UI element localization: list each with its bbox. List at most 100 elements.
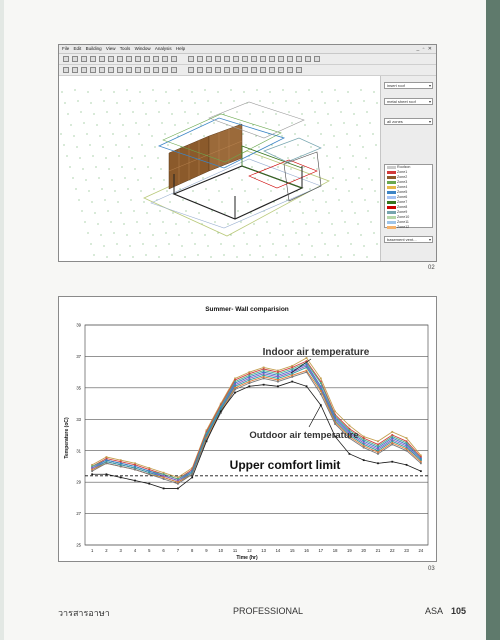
toolbar-button[interactable] — [206, 67, 212, 73]
series-point — [248, 374, 251, 377]
series-point — [391, 443, 394, 446]
toolbar-button[interactable] — [314, 56, 320, 62]
series-point — [134, 479, 136, 482]
series-point — [248, 382, 251, 385]
toolbar-button[interactable] — [215, 67, 221, 73]
series-point — [319, 377, 322, 380]
series-point — [405, 446, 408, 449]
series-point — [234, 386, 236, 389]
toolbar-button[interactable] — [278, 56, 284, 62]
toolbar-button[interactable] — [251, 67, 257, 73]
menu-tools[interactable]: Tools — [120, 46, 131, 51]
series-point — [262, 371, 265, 374]
series-point — [319, 393, 322, 396]
toolbar-button[interactable] — [269, 56, 275, 62]
toolbar-button[interactable] — [188, 56, 194, 62]
series-point — [248, 377, 251, 380]
cad-screenshot-figure: File Edit Building View Tools Window Ana… — [58, 44, 437, 262]
series-point — [405, 463, 408, 466]
toolbar-button[interactable] — [108, 67, 114, 73]
3d-model-viewport[interactable] — [59, 76, 379, 261]
series-point — [248, 372, 251, 375]
zone-list-item[interactable]: Zone12 — [385, 225, 432, 230]
menu-analysis[interactable]: Analysis — [155, 46, 172, 51]
toolbar-button[interactable] — [242, 67, 248, 73]
toolbar-button[interactable] — [260, 67, 266, 73]
toolbar-button[interactable] — [135, 67, 141, 73]
toolbar-button[interactable] — [72, 56, 78, 62]
series-point — [105, 459, 108, 462]
series-point — [377, 440, 379, 443]
toolbar-button[interactable] — [99, 56, 105, 62]
toolbar-button[interactable] — [197, 56, 203, 62]
toolbar-button[interactable] — [197, 67, 203, 73]
menu-building[interactable]: Building — [86, 46, 102, 51]
series-point — [305, 371, 308, 374]
menu-help[interactable]: Help — [176, 46, 185, 51]
toolbar-button[interactable] — [233, 56, 239, 62]
x-tick-label: 23 — [404, 548, 409, 553]
menu-file[interactable]: File — [62, 46, 69, 51]
zone-list[interactable]: Roofzon Zone1 Zone2 Zone3 Zone4 Zone5 Zone6 Zon… — [384, 164, 433, 230]
toolbar-button[interactable] — [153, 67, 159, 73]
toolbar-button[interactable] — [162, 56, 168, 62]
toolbar-button[interactable] — [215, 56, 221, 62]
series-point — [377, 452, 379, 455]
toolbar-button[interactable] — [63, 67, 69, 73]
basement-select[interactable]: basement vent... ▾ — [384, 236, 433, 243]
toolbar-button[interactable] — [108, 56, 114, 62]
toolbar-button[interactable] — [117, 67, 123, 73]
toolbar-button[interactable] — [224, 67, 230, 73]
toolbar-button[interactable] — [90, 56, 96, 62]
menu-window[interactable]: Window — [135, 46, 151, 51]
toolbar-button[interactable] — [63, 56, 69, 62]
left-margin-band — [0, 0, 4, 640]
page-number: 105 — [451, 606, 467, 616]
toolbar-button[interactable] — [188, 67, 194, 73]
y-tick-label: 35 — [76, 385, 81, 390]
toolbar-button[interactable] — [81, 56, 87, 62]
toolbar-button[interactable] — [260, 56, 266, 62]
zone-filter-select[interactable]: all zones ▾ — [384, 118, 433, 125]
series-point — [262, 375, 265, 378]
roof-material-select[interactable]: metal sheet roof ▾ — [384, 98, 433, 105]
series-point — [248, 371, 251, 374]
toolbar-button[interactable] — [269, 67, 275, 73]
x-tick-label: 18 — [333, 548, 338, 553]
toolbar-button[interactable] — [278, 67, 284, 73]
toolbar-button[interactable] — [81, 67, 87, 73]
toolbar-button[interactable] — [171, 67, 177, 73]
toolbar-button[interactable] — [206, 56, 212, 62]
window-controls[interactable]: _ ▫ ✕ — [416, 45, 433, 53]
toolbar-button[interactable] — [144, 56, 150, 62]
toolbar-button[interactable] — [135, 56, 141, 62]
toolbar-button[interactable] — [117, 56, 123, 62]
toolbar-button[interactable] — [224, 56, 230, 62]
toolbar-button[interactable] — [296, 67, 302, 73]
toolbar-button[interactable] — [90, 67, 96, 73]
toolbar-button[interactable] — [162, 67, 168, 73]
toolbar-button[interactable] — [126, 67, 132, 73]
menu-edit[interactable]: Edit — [74, 46, 82, 51]
toolbar-button[interactable] — [72, 67, 78, 73]
series-point — [262, 374, 265, 377]
toolbar-button[interactable] — [242, 56, 248, 62]
toolbar-button[interactable] — [296, 56, 302, 62]
y-axis-label: Temperature (oC) — [64, 417, 70, 459]
series-point — [248, 375, 251, 378]
toolbar-button[interactable] — [144, 67, 150, 73]
journal-name: วารสารอาษา — [58, 608, 110, 618]
toolbar-button[interactable] — [233, 67, 239, 73]
toolbar-button[interactable] — [251, 56, 257, 62]
menu-view[interactable]: View — [106, 46, 116, 51]
toolbar-button[interactable] — [99, 67, 105, 73]
toolbar-button[interactable] — [305, 56, 311, 62]
toolbar-button[interactable] — [171, 56, 177, 62]
zone-name: Zone6 — [397, 195, 408, 199]
toolbar-button[interactable] — [126, 56, 132, 62]
toolbar-button[interactable] — [287, 56, 293, 62]
toolbar-button[interactable] — [287, 67, 293, 73]
figure-number-03: 03 — [428, 566, 435, 572]
toolbar-button[interactable] — [153, 56, 159, 62]
roof-type-select[interactable]: insert roof ▾ — [384, 82, 433, 89]
